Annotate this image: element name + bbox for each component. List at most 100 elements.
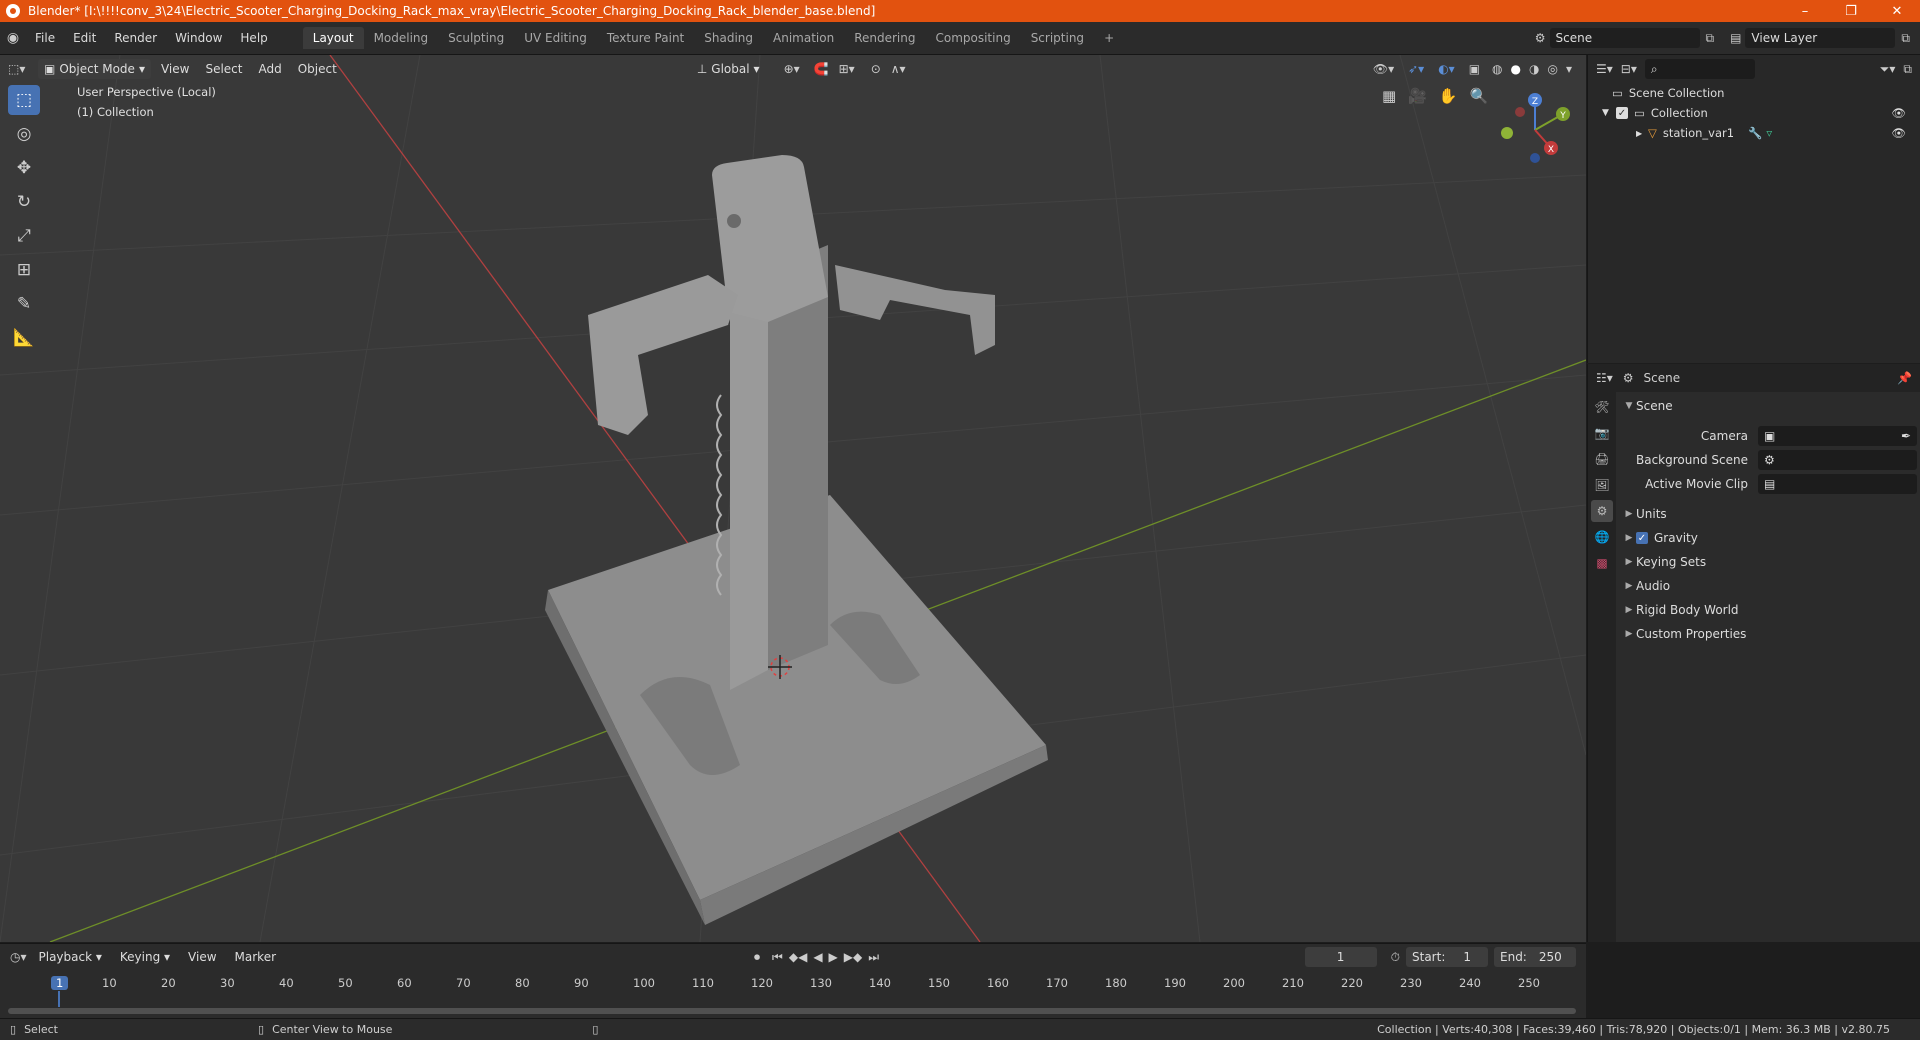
view-layer-tab-icon[interactable]: 🖼 bbox=[1591, 474, 1613, 496]
collection-checkbox[interactable]: ✓ bbox=[1616, 107, 1628, 119]
charging-rack-model[interactable] bbox=[545, 155, 1048, 925]
tab-compositing[interactable]: Compositing bbox=[925, 27, 1020, 49]
display-mode-icon[interactable]: ⊟▾ bbox=[1621, 62, 1637, 76]
texture-tab-icon[interactable]: ▩ bbox=[1591, 552, 1613, 574]
measure-tool-icon[interactable]: 📐 bbox=[8, 323, 40, 353]
tab-scripting[interactable]: Scripting bbox=[1021, 27, 1094, 49]
scene-section-header[interactable]: ▼ Scene bbox=[1622, 394, 1917, 418]
falloff-icon[interactable]: ∧▾ bbox=[891, 62, 906, 76]
background-scene-field[interactable]: ⚙ bbox=[1758, 450, 1917, 470]
snap-target-icon[interactable]: ⊞▾ bbox=[839, 62, 855, 76]
menu-file[interactable]: File bbox=[26, 31, 64, 45]
eye-icon[interactable]: 👁 bbox=[1891, 126, 1906, 140]
tool-tab-icon[interactable]: 🛠 bbox=[1591, 396, 1613, 418]
gravity-checkbox[interactable]: ✓ bbox=[1636, 532, 1648, 544]
grid-view-icon[interactable]: ▦ bbox=[1382, 87, 1396, 105]
tab-texture-paint[interactable]: Texture Paint bbox=[597, 27, 694, 49]
cursor-tool-icon[interactable]: ◎ bbox=[8, 119, 40, 149]
tab-uv-editing[interactable]: UV Editing bbox=[514, 27, 597, 49]
move-tool-icon[interactable]: ✥ bbox=[8, 153, 40, 183]
xray-icon[interactable]: ▣ bbox=[1469, 62, 1480, 76]
audio-panel-header[interactable]: ▶ Audio bbox=[1622, 574, 1917, 598]
tab-shading[interactable]: Shading bbox=[694, 27, 763, 49]
eyedropper-icon[interactable]: ✒ bbox=[1901, 429, 1911, 443]
solid-shading-icon[interactable]: ● bbox=[1511, 62, 1521, 76]
overlay-toggle-icon[interactable]: ◐▾ bbox=[1438, 62, 1455, 76]
scene-selector[interactable]: Scene bbox=[1549, 28, 1700, 48]
viewport-menu-object[interactable]: Object bbox=[292, 62, 343, 76]
material-shading-icon[interactable]: ◑ bbox=[1529, 62, 1539, 76]
modifier-wrench-icon[interactable]: 🔧 bbox=[1748, 126, 1762, 140]
render-tab-icon[interactable]: 📷 bbox=[1591, 422, 1613, 444]
editor-type-icon[interactable]: ◉ bbox=[0, 30, 26, 46]
timeline-scrollbar[interactable] bbox=[8, 1008, 1576, 1014]
add-workspace-button[interactable]: + bbox=[1094, 27, 1124, 49]
view-layer-icon[interactable]: ▤ bbox=[1730, 31, 1741, 45]
annotate-tool-icon[interactable]: ✎ bbox=[8, 289, 40, 319]
tab-modeling[interactable]: Modeling bbox=[364, 27, 439, 49]
expand-triangle-icon[interactable]: ▼ bbox=[1602, 108, 1616, 118]
camera-field[interactable]: ▣ ✒ bbox=[1758, 426, 1917, 446]
view-layer-selector[interactable]: View Layer bbox=[1745, 28, 1896, 48]
keying-sets-panel-header[interactable]: ▶ Keying Sets bbox=[1622, 550, 1917, 574]
viewport-menu-select[interactable]: Select bbox=[199, 62, 248, 76]
menu-window[interactable]: Window bbox=[166, 31, 231, 45]
units-panel-header[interactable]: ▶ Units bbox=[1622, 502, 1917, 526]
object-mode-dropdown[interactable]: ▣ Object Mode ▾ bbox=[38, 59, 151, 79]
rendered-shading-icon[interactable]: ◎ bbox=[1547, 62, 1557, 76]
rigid-body-world-panel-header[interactable]: ▶ Rigid Body World bbox=[1622, 598, 1917, 622]
transform-tool-icon[interactable]: ⊞ bbox=[8, 255, 40, 285]
menu-edit[interactable]: Edit bbox=[64, 31, 105, 45]
maximize-button[interactable]: ❐ bbox=[1828, 0, 1874, 22]
select-box-tool-icon[interactable]: ⬚ bbox=[8, 85, 40, 115]
tab-sculpting[interactable]: Sculpting bbox=[438, 27, 514, 49]
output-tab-icon[interactable]: 🖨 bbox=[1591, 448, 1613, 470]
world-tab-icon[interactable]: 🌐 bbox=[1591, 526, 1613, 548]
mesh-data-icon[interactable]: ▿ bbox=[1766, 126, 1772, 140]
zoom-icon[interactable]: 🔍 bbox=[1470, 87, 1489, 105]
viewport-scene[interactable] bbox=[0, 55, 1586, 942]
editor-type-icon[interactable]: ☷▾ bbox=[1596, 371, 1613, 385]
transform-orientation-dropdown[interactable]: ⊥ Global ▾ bbox=[691, 59, 766, 79]
camera-view-icon[interactable]: 🎥 bbox=[1408, 87, 1427, 105]
pin-icon[interactable]: 📌 bbox=[1897, 371, 1912, 385]
filter-icon[interactable]: ⏷▾ bbox=[1880, 62, 1896, 77]
playhead-line[interactable] bbox=[58, 991, 60, 1007]
custom-properties-panel-header[interactable]: ▶ Custom Properties bbox=[1622, 622, 1917, 646]
minimize-button[interactable]: – bbox=[1782, 0, 1828, 22]
outliner-search-input[interactable]: ⌕ bbox=[1644, 59, 1755, 79]
tab-layout[interactable]: Layout bbox=[302, 27, 364, 49]
eye-icon[interactable]: 👁 bbox=[1891, 106, 1906, 120]
editor-type-icon[interactable]: ⬚▾ bbox=[8, 62, 34, 76]
outliner-item-object[interactable]: ▶ ▽ station_var1 🔧 ▿ 👁 bbox=[1636, 123, 1920, 143]
tab-animation[interactable]: Animation bbox=[763, 27, 844, 49]
rotate-tool-icon[interactable]: ↻ bbox=[8, 187, 40, 217]
scene-icon[interactable]: ⚙ bbox=[1535, 31, 1546, 45]
wireframe-shading-icon[interactable]: ◍ bbox=[1492, 62, 1502, 76]
gizmo-toggle-icon[interactable]: ➶▾ bbox=[1408, 62, 1424, 76]
outliner-item-scene-collection[interactable]: ▭ Scene Collection bbox=[1612, 83, 1920, 103]
scale-tool-icon[interactable]: ⤢ bbox=[8, 221, 40, 251]
pan-hand-icon[interactable]: ✋ bbox=[1439, 87, 1458, 105]
viewport-menu-add[interactable]: Add bbox=[252, 62, 287, 76]
snap-icon[interactable]: 🧲 bbox=[814, 62, 829, 76]
shading-options-icon[interactable]: ▾ bbox=[1566, 62, 1572, 76]
tab-rendering[interactable]: Rendering bbox=[844, 27, 925, 49]
visibility-icon[interactable]: 👁▾ bbox=[1373, 62, 1394, 76]
menu-render[interactable]: Render bbox=[105, 31, 166, 45]
new-collection-icon[interactable]: ⧉ bbox=[1903, 62, 1912, 77]
expand-triangle-icon[interactable]: ▶ bbox=[1636, 129, 1648, 138]
menu-help[interactable]: Help bbox=[231, 31, 276, 45]
3d-viewport[interactable]: ⬚▾ ▣ Object Mode ▾ View Select Add Object … bbox=[0, 55, 1586, 942]
new-scene-icon[interactable]: ⧉ bbox=[1706, 31, 1715, 46]
outliner-item-collection[interactable]: ▼ ✓ ▭ Collection 👁 bbox=[1602, 103, 1920, 123]
new-view-layer-icon[interactable]: ⧉ bbox=[1901, 31, 1910, 46]
proportional-edit-icon[interactable]: ⊙ bbox=[871, 62, 881, 76]
gravity-panel-header[interactable]: ▶ ✓ Gravity bbox=[1622, 526, 1917, 550]
active-movie-clip-field[interactable]: ▤ bbox=[1758, 474, 1917, 494]
scene-tab-icon[interactable]: ⚙ bbox=[1591, 500, 1613, 522]
editor-type-icon[interactable]: ☰▾ bbox=[1596, 62, 1613, 76]
viewport-menu-view[interactable]: View bbox=[155, 62, 195, 76]
close-button[interactable]: ✕ bbox=[1874, 0, 1920, 22]
pivot-point-icon[interactable]: ⊕▾ bbox=[784, 62, 800, 76]
